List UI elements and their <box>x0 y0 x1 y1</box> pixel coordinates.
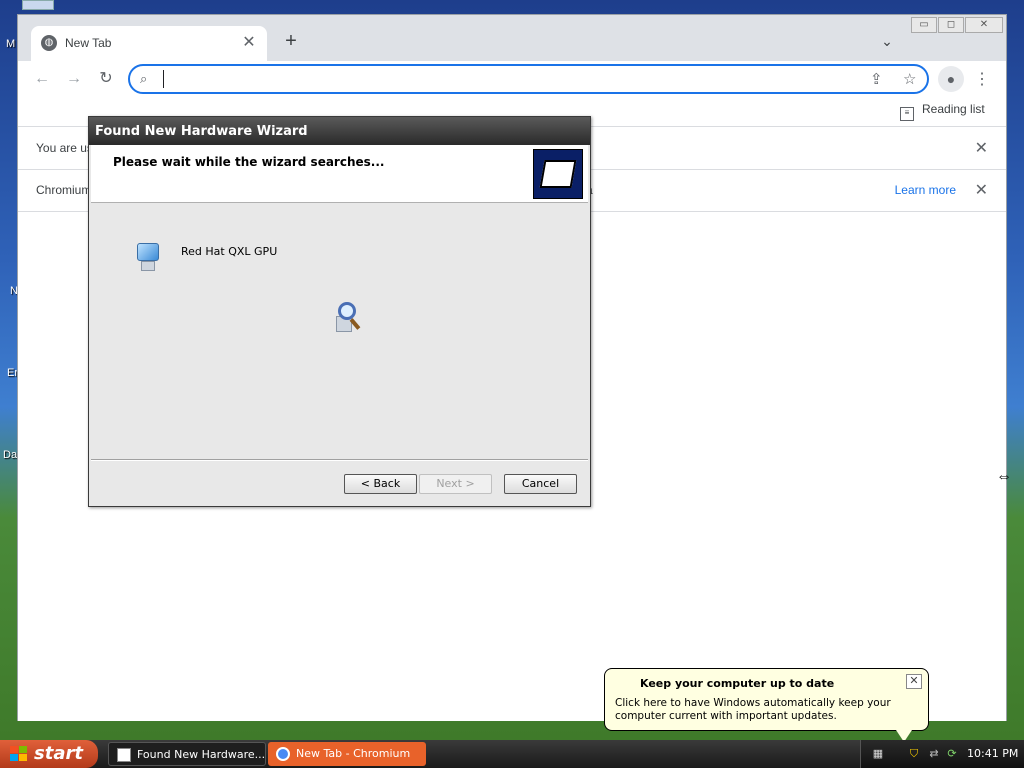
wizard-heading: Please wait while the wizard searches... <box>113 155 385 169</box>
tab-strip: ◍ New Tab ✕ + ⌄ ▭ ◻ ✕ <box>18 15 1006 61</box>
dialog-title: Found New Hardware Wizard <box>95 124 308 139</box>
infobar-close-icon[interactable]: ✕ <box>975 138 988 158</box>
taskbar-item-chromium[interactable]: New Tab - Chromium <box>268 742 426 766</box>
infobar-text: Chromium <box>36 183 92 197</box>
security-shield-icon[interactable]: ⛉ <box>907 747 921 761</box>
balloon-title: Keep your computer up to date <box>640 677 835 690</box>
tab-title: New Tab <box>65 36 112 50</box>
reading-list-icon: ≡ <box>900 107 914 121</box>
infobar-text: You are us <box>36 141 93 155</box>
chromium-icon <box>276 747 290 761</box>
desktop-icon[interactable] <box>22 0 54 10</box>
balloon-text[interactable]: Click here to have Windows automatically… <box>615 697 920 723</box>
resize-cursor-icon: ⇔ <box>996 468 1012 485</box>
reading-list-label: Reading list <box>922 102 985 116</box>
next-button[interactable]: Next > <box>419 474 492 494</box>
hardware-wizard-dialog: Found New Hardware Wizard Please wait wh… <box>88 116 591 507</box>
tab-close-icon[interactable]: ✕ <box>239 33 259 53</box>
balloon-close-icon[interactable]: ✕ <box>906 674 922 689</box>
tab-search-button[interactable]: ⌄ <box>878 33 896 51</box>
omnibox[interactable]: ⌕ ⇪ ☆ <box>128 64 929 94</box>
dialog-titlebar[interactable]: Found New Hardware Wizard <box>89 117 590 145</box>
reload-button[interactable]: ↻ <box>94 67 118 91</box>
infobar-close-icon[interactable]: ✕ <box>975 180 988 200</box>
clock: 10:41 PM <box>967 747 1019 760</box>
reading-list-button[interactable]: ≡ Reading list <box>900 102 985 121</box>
hardware-wizard-icon <box>533 149 583 199</box>
update-icon[interactable]: ⟳ <box>945 747 959 761</box>
taskbar: start Found New Hardware... New Tab - Ch… <box>0 740 1024 768</box>
window-icon <box>117 748 131 762</box>
system-tray: ▦ ⛉ ⇄ ⟳ 10:41 PM <box>860 740 1024 768</box>
desktop-icon-label[interactable]: Da <box>3 449 17 461</box>
bookmark-star-icon[interactable]: ☆ <box>903 70 916 88</box>
forward-button[interactable]: → <box>62 67 86 91</box>
searching-magnifier-icon <box>336 302 364 334</box>
menu-button[interactable]: ⋮ <box>974 69 990 89</box>
back-button[interactable]: < Back <box>344 474 417 494</box>
share-icon[interactable]: ⇪ <box>870 70 883 88</box>
update-notification-balloon[interactable]: Keep your computer up to date Click here… <box>604 668 929 731</box>
device-name: Red Hat QXL GPU <box>181 245 278 258</box>
close-window-button[interactable]: ✕ <box>965 17 1003 33</box>
address-input[interactable] <box>162 69 852 89</box>
cancel-button[interactable]: Cancel <box>504 474 577 494</box>
globe-icon: ◍ <box>41 35 57 51</box>
network-icon[interactable]: ⇄ <box>927 747 941 761</box>
new-tab-button[interactable]: + <box>280 30 302 52</box>
tab-new-tab[interactable]: ◍ New Tab ✕ <box>31 26 267 61</box>
wizard-body: Red Hat QXL GPU <box>91 205 588 460</box>
person-icon: ● <box>946 71 956 87</box>
taskbar-item-hardware-wizard[interactable]: Found New Hardware... <box>108 742 266 766</box>
desktop-icon-label[interactable]: M <box>6 38 15 50</box>
browser-toolbar: ← → ↻ ⌕ ⇪ ☆ ● ⋮ <box>18 61 1006 97</box>
wizard-header: Please wait while the wizard searches... <box>91 145 588 203</box>
taskbar-item-label: Found New Hardware... <box>137 748 266 761</box>
windows-logo-icon <box>10 746 28 762</box>
monitor-device-icon <box>137 243 159 273</box>
start-button[interactable]: start <box>0 740 98 768</box>
taskbar-item-label: New Tab - Chromium <box>296 747 411 760</box>
dialog-divider <box>91 459 588 461</box>
keyboard-icon[interactable]: ▦ <box>871 747 885 761</box>
minimize-button[interactable]: ▭ <box>911 17 937 33</box>
profile-button[interactable]: ● <box>938 66 964 92</box>
learn-more-link[interactable]: Learn more <box>895 183 956 197</box>
back-button[interactable]: ← <box>30 67 54 91</box>
restore-button[interactable]: ◻ <box>938 17 964 33</box>
text-caret <box>163 70 164 88</box>
search-icon: ⌕ <box>140 71 148 86</box>
start-label: start <box>34 743 83 764</box>
